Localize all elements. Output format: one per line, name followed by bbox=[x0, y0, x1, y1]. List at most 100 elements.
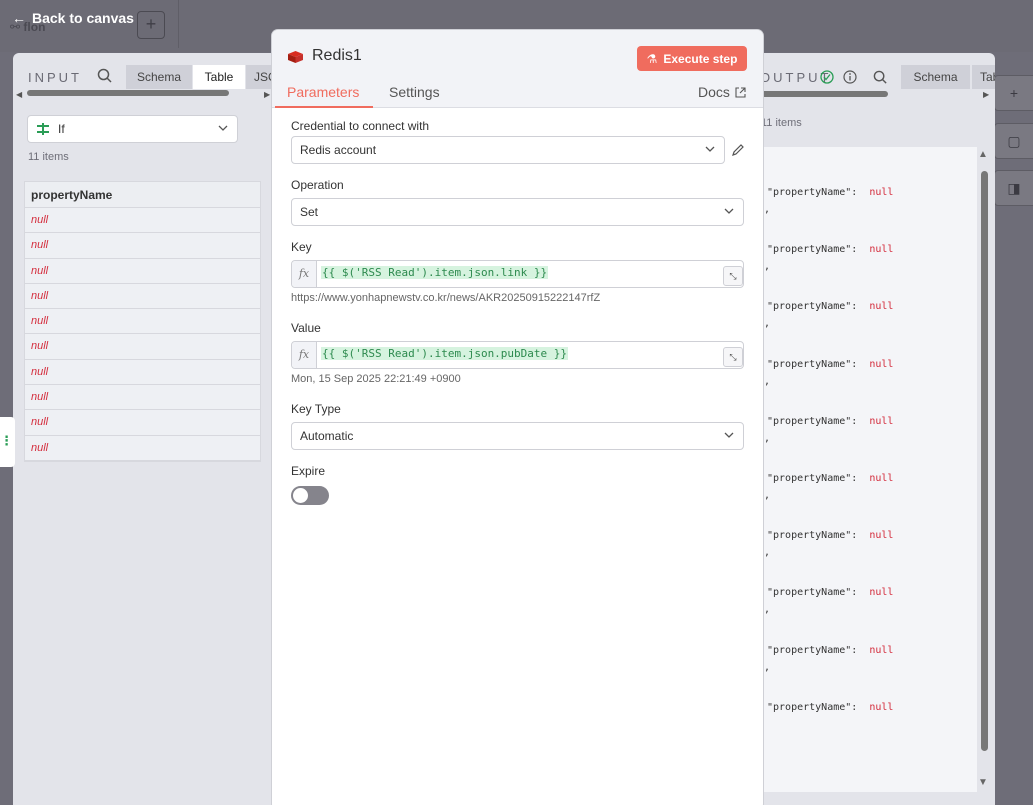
json-property-line: "propertyName": null bbox=[767, 645, 893, 656]
node-settings-modal: Redis1 ⚗ Execute step Parameters Setting… bbox=[272, 30, 763, 805]
node-name: Redis1 bbox=[312, 47, 362, 64]
scrollbar-thumb[interactable] bbox=[27, 90, 229, 96]
redis-icon bbox=[288, 50, 303, 63]
info-icon[interactable] bbox=[843, 70, 857, 84]
json-key: "propertyName": bbox=[767, 187, 870, 198]
flask-icon: ⚗ bbox=[646, 51, 658, 66]
edit-pencil-icon[interactable] bbox=[731, 143, 745, 157]
fx-icon: fx bbox=[292, 261, 317, 287]
credential-label: Credential to connect with bbox=[291, 119, 430, 133]
tab-parameters[interactable]: Parameters bbox=[287, 84, 359, 100]
table-row[interactable]: null bbox=[25, 284, 260, 310]
credential-select[interactable]: Redis account bbox=[291, 136, 725, 164]
table-row[interactable]: null bbox=[25, 360, 260, 386]
table-row[interactable]: null bbox=[25, 334, 260, 360]
success-check-icon bbox=[820, 70, 834, 84]
json-null-value: null bbox=[869, 244, 894, 256]
open-expression-editor-icon[interactable]: ⤡ bbox=[723, 347, 743, 367]
value-resolved-value: Mon, 15 Sep 2025 22:21:49 +0900 bbox=[291, 373, 461, 385]
key-type-label: Key Type bbox=[291, 402, 341, 416]
active-tab-indicator bbox=[275, 106, 373, 108]
json-key: "propertyName": bbox=[767, 530, 870, 542]
json-comma: , bbox=[764, 490, 771, 501]
data-table: propertyName null null null null null nu… bbox=[24, 181, 261, 462]
key-resolved-value: https://www.yonhapnewstv.co.kr/news/AKR2… bbox=[291, 292, 601, 304]
json-property-line: "propertyName": null bbox=[767, 530, 893, 541]
table-row[interactable]: null bbox=[25, 436, 260, 461]
execute-step-button[interactable]: ⚗ Execute step bbox=[637, 46, 747, 71]
table-row[interactable]: null bbox=[25, 309, 260, 335]
search-icon[interactable] bbox=[873, 70, 888, 85]
json-comma: , bbox=[764, 204, 771, 215]
table-row[interactable]: null bbox=[25, 410, 260, 436]
items-count: 11 items bbox=[761, 117, 802, 129]
json-null-value: null bbox=[869, 301, 894, 313]
key-type-select[interactable]: Automatic bbox=[291, 422, 744, 450]
value-expression: {{ $('RSS Read').item.json.pubDate }} bbox=[321, 347, 569, 360]
expire-toggle[interactable] bbox=[291, 486, 329, 505]
json-key: "propertyName": bbox=[767, 415, 870, 427]
tab-table[interactable]: Table bbox=[972, 65, 995, 89]
vertical-scrollbar[interactable]: ▲ ▼ bbox=[977, 147, 991, 792]
node-title[interactable]: Redis1 bbox=[287, 47, 362, 65]
json-property-line: "propertyName": null bbox=[767, 301, 893, 312]
node-select[interactable]: If bbox=[27, 115, 238, 143]
chevron-down-icon bbox=[705, 146, 715, 152]
tab-settings[interactable]: Settings bbox=[389, 84, 440, 100]
add-icon[interactable]: + bbox=[994, 75, 1033, 111]
input-panel: INPUT Schema Table JSON ◀ ▶ If 11 items … bbox=[13, 53, 275, 805]
scroll-down-icon[interactable]: ▼ bbox=[978, 777, 988, 788]
scrollbar-thumb[interactable] bbox=[981, 171, 988, 751]
scroll-right-icon[interactable]: ▶ bbox=[264, 90, 270, 99]
tab-table[interactable]: Table bbox=[193, 65, 245, 89]
search-icon[interactable] bbox=[97, 68, 113, 84]
json-property-line: "propertyName": null bbox=[767, 416, 893, 427]
json-view: "propertyName": null, "propertyName": nul… bbox=[760, 147, 977, 792]
sticky-note-icon[interactable]: ▢ bbox=[994, 123, 1033, 159]
json-property-line: "propertyName": null bbox=[767, 473, 893, 484]
back-to-canvas-label: Back to canvas bbox=[32, 10, 134, 26]
json-null-value: null bbox=[869, 473, 894, 484]
node-connector-tab[interactable]: ⋮ bbox=[0, 417, 15, 467]
scroll-left-icon[interactable]: ◀ bbox=[16, 90, 22, 99]
json-property-line: "propertyName": null bbox=[767, 187, 893, 198]
json-key: "propertyName": bbox=[767, 587, 870, 599]
horizontal-scrollbar[interactable]: ◀ ▶ bbox=[13, 90, 275, 99]
scrollbar-thumb[interactable] bbox=[760, 91, 888, 97]
docs-link[interactable]: Docs bbox=[698, 84, 746, 100]
node-connector-icon: ⋮ bbox=[0, 433, 13, 448]
json-property-line: "propertyName": null bbox=[767, 359, 893, 370]
table-row[interactable]: null bbox=[25, 208, 260, 234]
operation-select[interactable]: Set bbox=[291, 198, 744, 226]
json-key: "propertyName": bbox=[767, 244, 870, 256]
json-null-value: null bbox=[869, 701, 894, 713]
arrow-left-icon: ← bbox=[12, 10, 26, 26]
tab-json[interactable]: JSON bbox=[246, 65, 275, 89]
json-key: "propertyName": bbox=[767, 473, 870, 484]
column-header[interactable]: propertyName bbox=[25, 182, 260, 208]
back-to-canvas-button[interactable]: ← Back to canvas bbox=[12, 10, 134, 26]
key-expression: {{ $('RSS Read').item.json.link }} bbox=[321, 266, 549, 279]
tab-schema[interactable]: Schema bbox=[126, 65, 192, 89]
table-row[interactable]: null bbox=[25, 233, 260, 259]
json-null-value: null bbox=[869, 187, 894, 198]
value-expression-input[interactable]: fx {{ $('RSS Read').item.json.pubDate }}… bbox=[291, 341, 744, 369]
chevron-down-icon bbox=[724, 432, 734, 438]
json-null-value: null bbox=[869, 644, 894, 656]
scroll-right-icon[interactable]: ▶ bbox=[983, 90, 989, 99]
expire-label: Expire bbox=[291, 464, 326, 478]
add-node-button[interactable]: + bbox=[137, 11, 165, 39]
tab-schema[interactable]: Schema bbox=[901, 65, 970, 89]
key-expression-input[interactable]: fx {{ $('RSS Read').item.json.link }} ⤡ bbox=[291, 260, 744, 288]
node-select-value: If bbox=[58, 122, 65, 136]
key-label: Key bbox=[291, 240, 312, 254]
scroll-up-icon[interactable]: ▲ bbox=[978, 149, 988, 160]
open-expression-editor-icon[interactable]: ⤡ bbox=[723, 266, 743, 286]
table-row[interactable]: null bbox=[25, 259, 260, 284]
table-row[interactable]: null bbox=[25, 385, 260, 411]
json-comma: , bbox=[764, 375, 771, 387]
panel-toggle-icon[interactable]: ◨ bbox=[994, 170, 1033, 206]
operation-label: Operation bbox=[291, 178, 344, 192]
json-comma: , bbox=[764, 547, 771, 559]
json-comma: , bbox=[764, 432, 771, 444]
